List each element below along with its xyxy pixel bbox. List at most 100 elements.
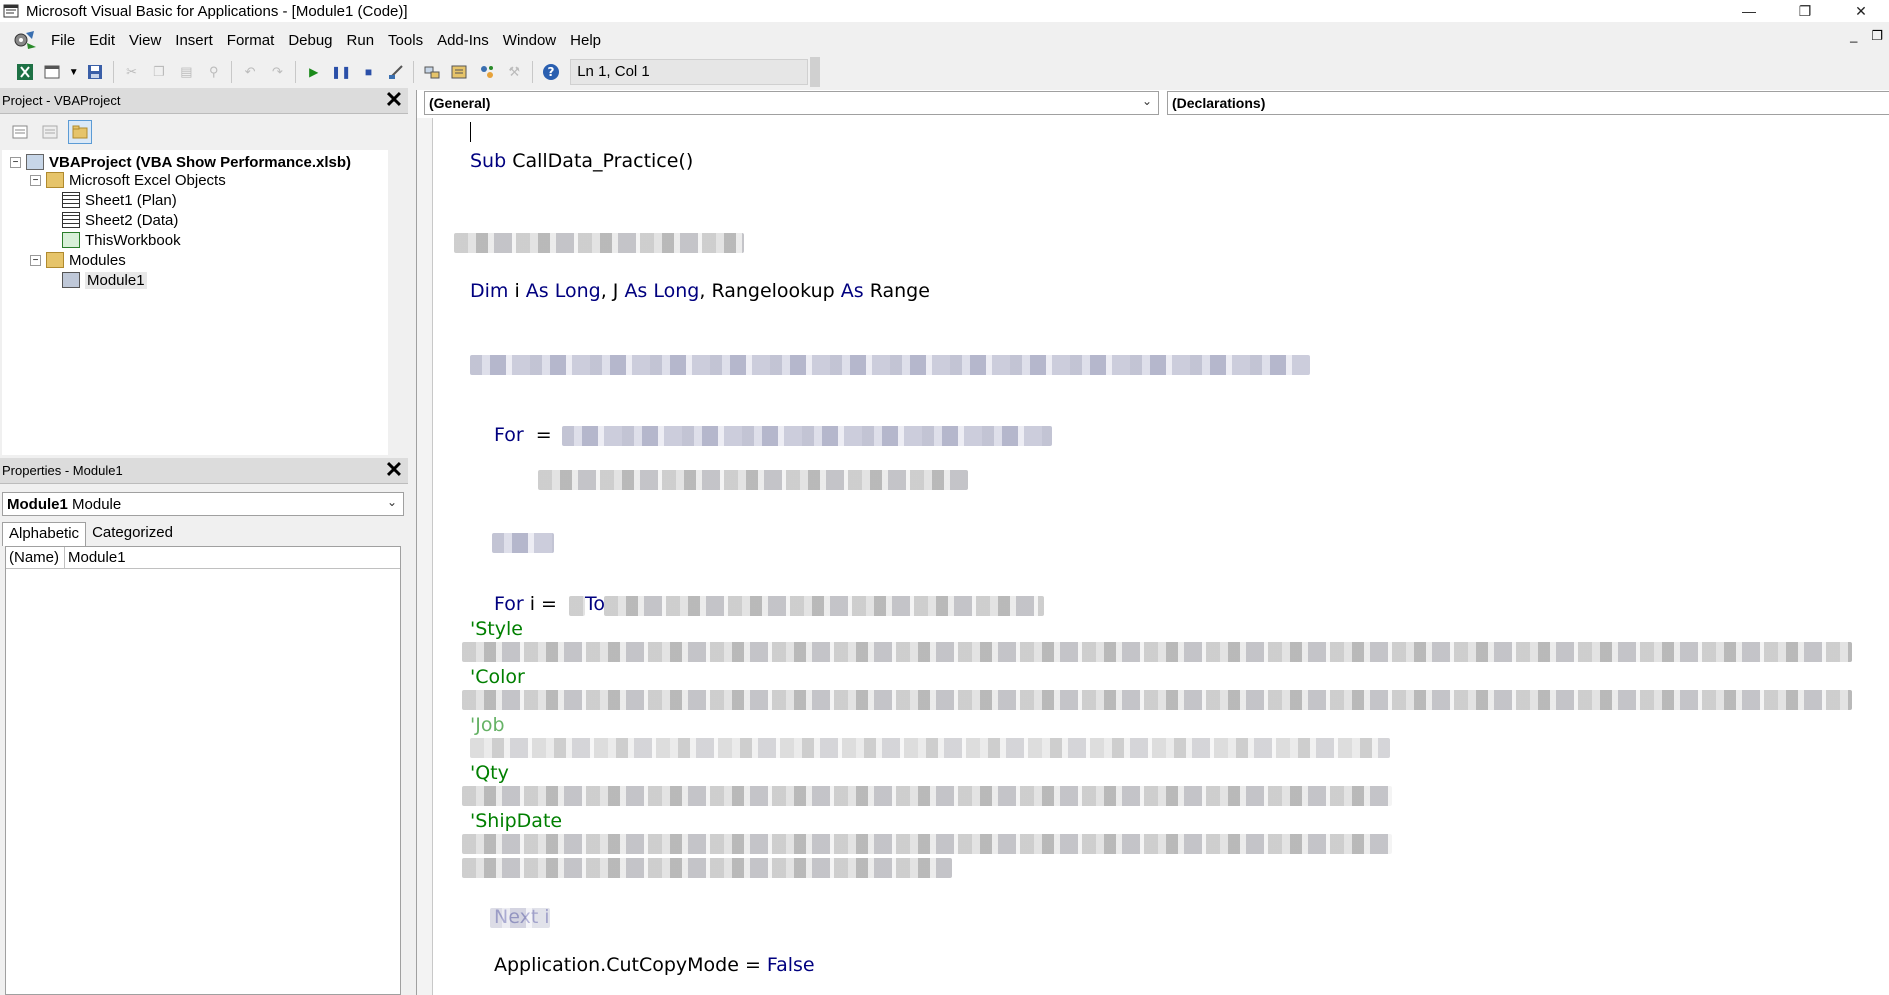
project-pane-header: Project - VBAProject ✕	[0, 88, 408, 114]
menu-debug[interactable]: Debug	[281, 32, 339, 49]
view-object-icon[interactable]	[38, 120, 62, 144]
project-pane-close-button[interactable]: ✕	[383, 89, 405, 112]
redacted-code	[462, 690, 1852, 710]
menu-edit[interactable]: Edit	[82, 32, 122, 49]
minimize-button[interactable]: —	[1721, 0, 1777, 22]
collapse-icon[interactable]: −	[30, 174, 41, 186]
comment-style: 'Style	[470, 618, 523, 640]
menu-tools[interactable]: Tools	[381, 32, 430, 49]
redacted-code	[470, 355, 1310, 375]
tab-categorized[interactable]: Categorized	[86, 522, 179, 546]
code-margin[interactable]	[417, 118, 433, 995]
toolbar-options-icon[interactable]	[810, 57, 821, 87]
procedure-combo[interactable]: (Declarations)	[1167, 91, 1889, 115]
comment-job: 'Job	[470, 714, 505, 736]
project-toolbar	[0, 116, 408, 148]
chevron-down-icon: ⌄	[1141, 94, 1152, 108]
tree-item-sheet1[interactable]: Sheet1 (Plan)	[62, 190, 177, 210]
properties-icon[interactable]	[449, 61, 470, 83]
redacted-code	[454, 233, 744, 253]
project-tree-scrollbar[interactable]	[388, 150, 400, 455]
properties-pane-title: Properties - Module1	[2, 463, 123, 478]
object-combo[interactable]: (General) ⌄	[424, 91, 1159, 115]
property-value[interactable]: Module1	[65, 549, 126, 566]
project-icon	[26, 154, 44, 170]
cursor-position-status: Ln 1, Col 1	[570, 59, 809, 85]
worksheet-icon	[62, 192, 80, 208]
project-tree: − VBAProject (VBA Show Performance.xlsb)…	[2, 150, 400, 455]
properties-grid: (Name) Module1	[5, 546, 401, 995]
reset-icon[interactable]: ■	[358, 61, 379, 83]
tree-item-thisworkbook[interactable]: ThisWorkbook	[62, 230, 181, 250]
redacted-code	[462, 642, 1852, 662]
vba-icon[interactable]	[12, 29, 38, 51]
save-icon[interactable]	[85, 61, 106, 83]
paste-icon[interactable]: ▤	[176, 61, 197, 83]
tab-alphabetic[interactable]: Alphabetic	[2, 522, 87, 546]
chevron-down-icon: ⌄	[386, 495, 397, 509]
properties-object-select[interactable]: Module1 Module ⌄	[2, 492, 404, 516]
project-explorer-icon[interactable]	[421, 61, 442, 83]
code-line-dim: Dim i As Long, J As Long, Rangelookup As…	[470, 280, 930, 302]
redo-icon[interactable]: ↷	[267, 61, 288, 83]
svg-text:?: ?	[547, 65, 554, 79]
cut-icon[interactable]: ✂	[121, 61, 142, 83]
design-mode-icon[interactable]	[385, 61, 406, 83]
property-row[interactable]: (Name) Module1	[6, 547, 400, 569]
menu-bar: File Edit View Insert Format Debug Run T…	[0, 26, 1889, 54]
redacted-code	[569, 596, 585, 616]
menu-insert[interactable]: Insert	[168, 32, 220, 49]
tree-item-vbaproject[interactable]: − VBAProject (VBA Show Performance.xlsb)	[10, 152, 351, 172]
mdi-minimize-button[interactable]: _	[1850, 28, 1857, 44]
tree-item-sheet2[interactable]: Sheet2 (Data)	[62, 210, 178, 230]
code-editor[interactable]: Sub CallData_Practice() Dim i As Long, J…	[434, 118, 1889, 995]
excel-view-icon[interactable]	[14, 61, 35, 83]
redacted-code	[492, 533, 554, 553]
tree-item-excel-objects[interactable]: − Microsoft Excel Objects	[30, 170, 226, 190]
menu-view[interactable]: View	[122, 32, 168, 49]
properties-tabs: Alphabetic Categorized	[2, 522, 179, 546]
run-icon[interactable]: ▶	[303, 61, 324, 83]
menu-file[interactable]: File	[44, 32, 82, 49]
redacted-code	[562, 426, 1052, 446]
properties-pane-close-button[interactable]: ✕	[383, 459, 405, 482]
code-window: (General) ⌄ (Declarations) Sub CallData_…	[416, 90, 1889, 995]
restore-button[interactable]: ❐	[1777, 0, 1833, 22]
redacted-code	[604, 596, 1044, 616]
toolbox-icon[interactable]: ⚒	[504, 61, 525, 83]
comment-qty: 'Qty	[470, 762, 509, 784]
dropdown-arrow-icon[interactable]: ▼	[69, 61, 79, 83]
mdi-restore-button[interactable]: ❐	[1871, 28, 1883, 44]
code-line-for2: For i = To	[494, 593, 606, 615]
pane-splitter[interactable]	[408, 90, 416, 995]
title-bar: Microsoft Visual Basic for Applications …	[0, 0, 1889, 22]
menu-format[interactable]: Format	[220, 32, 282, 49]
code-line-cutcopy: Application.CutCopyMode = False	[494, 954, 815, 976]
copy-icon[interactable]: ❐	[148, 61, 169, 83]
window-title: Microsoft Visual Basic for Applications …	[26, 2, 408, 20]
redacted-code	[462, 858, 952, 878]
break-icon[interactable]: ❚❚	[330, 61, 351, 83]
menu-run[interactable]: Run	[340, 32, 382, 49]
folder-icon	[46, 172, 64, 188]
collapse-icon[interactable]: −	[10, 156, 21, 168]
menu-add-ins[interactable]: Add-Ins	[430, 32, 496, 49]
vba-app-icon	[2, 2, 20, 20]
object-browser-icon[interactable]	[476, 61, 497, 83]
close-button[interactable]: ✕	[1833, 0, 1889, 22]
view-code-icon[interactable]	[8, 120, 32, 144]
insert-module-icon[interactable]	[41, 61, 62, 83]
redacted-code	[538, 470, 968, 490]
find-icon[interactable]: ⚲	[203, 61, 224, 83]
undo-icon[interactable]: ↶	[239, 61, 260, 83]
collapse-icon[interactable]: −	[30, 254, 41, 266]
comment-color: 'Color	[470, 666, 525, 688]
menu-window[interactable]: Window	[496, 32, 563, 49]
redacted-code	[462, 834, 1392, 854]
redacted-code	[462, 786, 1392, 806]
menu-help[interactable]: Help	[563, 32, 608, 49]
tree-item-module1[interactable]: Module1	[62, 270, 147, 290]
tree-item-modules[interactable]: − Modules	[30, 250, 126, 270]
help-icon[interactable]: ?	[540, 61, 561, 83]
toggle-folders-icon[interactable]	[68, 120, 92, 144]
